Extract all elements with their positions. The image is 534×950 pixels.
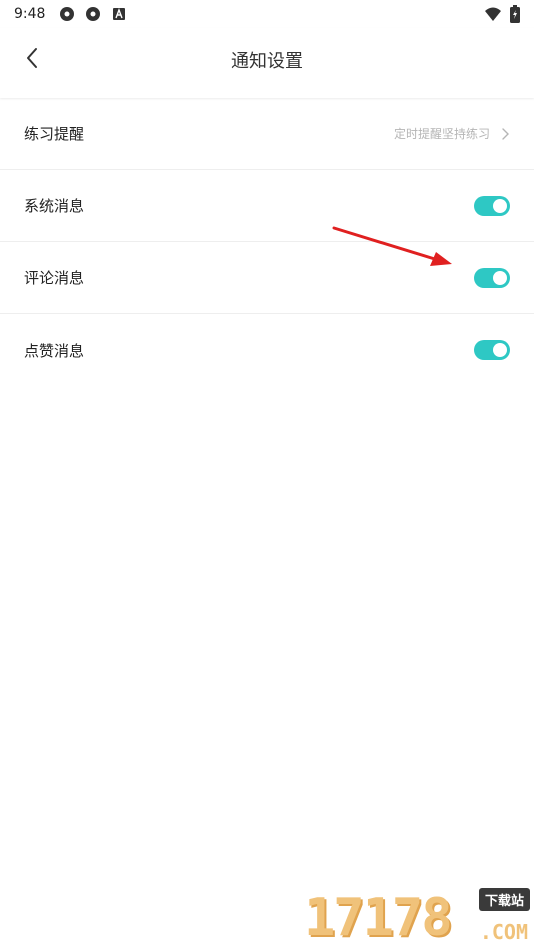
comment-messages-toggle[interactable] — [474, 267, 510, 288]
status-time: 9:48 — [14, 6, 46, 22]
status-bar: 9:48 — [0, 0, 534, 28]
battery-icon — [510, 5, 520, 23]
gear-icon — [86, 7, 101, 21]
chevron-left-icon — [27, 48, 37, 68]
practice-reminder-value: 定时提醒坚持练习 — [393, 127, 490, 141]
page-title: 通知设置 — [231, 51, 303, 72]
status-right — [484, 5, 520, 23]
like-messages-label: 点赞消息 — [24, 341, 85, 360]
practice-reminder-value-wrap: 定时提醒坚持练习 — [394, 125, 510, 142]
watermark-number: 17178 — [304, 888, 453, 948]
annotation-arrow — [332, 226, 452, 266]
toggle-knob — [493, 198, 507, 213]
system-messages-toggle[interactable] — [474, 195, 510, 216]
watermark-badge: 下载站 — [478, 888, 530, 911]
back-button[interactable] — [20, 46, 44, 70]
settings-row-practice-reminder[interactable]: 练习提醒 定时提醒坚持练习 — [0, 98, 534, 170]
chevron-right-icon — [502, 127, 509, 140]
like-messages-toggle[interactable] — [474, 340, 510, 360]
header: 通知设置 — [0, 28, 534, 98]
practice-reminder-label: 练习提醒 — [24, 125, 85, 143]
watermark-logo: 17178 下载站 .COM — [304, 888, 530, 948]
wifi-icon — [485, 7, 501, 21]
notification-settings-screen: 9:48 通知设置 练习提醒 定时提醒坚持练习 系统消息 评论消息 点赞消息 1… — [0, 0, 534, 950]
settings-row-like-messages: 点赞消息 — [0, 314, 534, 386]
system-messages-label: 系统消息 — [24, 197, 85, 215]
a-icon — [113, 8, 126, 20]
comment-messages-label: 评论消息 — [24, 269, 85, 287]
toggle-knob — [493, 270, 507, 285]
toggle-knob — [493, 343, 507, 357]
gear-icon — [60, 7, 75, 21]
watermark-domain: .COM — [479, 920, 528, 944]
